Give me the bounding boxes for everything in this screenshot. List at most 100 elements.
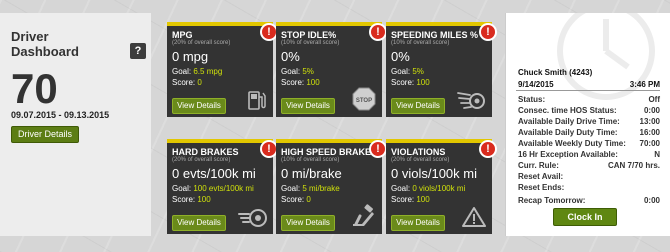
card-value: 0 evts/100k mi bbox=[172, 166, 256, 181]
card-title: MPG bbox=[172, 30, 193, 40]
card-subtitle: (20% of overall score) bbox=[172, 157, 231, 163]
view-details-button[interactable]: View Details bbox=[172, 98, 226, 114]
score-label: Score: bbox=[281, 78, 305, 87]
card-subtitle: (10% of overall score) bbox=[281, 40, 340, 46]
card-title: SPEEDING MILES % bbox=[391, 30, 479, 40]
hos-row-weekly-duty: Available Weekly Duty Time: 70:00 bbox=[518, 139, 660, 149]
card-goal: Goal: 5 mi/brake bbox=[281, 184, 340, 193]
stop-sign-icon: STOP bbox=[352, 87, 376, 111]
goal-value: 6.5 mpg bbox=[193, 67, 223, 76]
speeding-miles-card: SPEEDING MILES % (10% of overall score) … bbox=[386, 22, 497, 117]
divider bbox=[516, 90, 660, 91]
hos-row-recap-tomorrow: Recap Tomorrow: 0:00 bbox=[518, 196, 660, 206]
date-range: 09.07.2015 - 09.13.2015 bbox=[11, 110, 110, 120]
current-date: 9/14/2015 bbox=[518, 80, 554, 89]
goal-value: 100 evts/100k mi bbox=[193, 184, 254, 193]
view-details-button[interactable]: View Details bbox=[281, 98, 335, 114]
hos-row-label: Available Weekly Duty Time: bbox=[518, 139, 626, 148]
goal-label: Goal: bbox=[172, 184, 192, 193]
mpg-card: MPG (20% of overall score) 0 mpg Goal: 6… bbox=[167, 22, 278, 117]
driver-details-button[interactable]: Driver Details bbox=[11, 126, 80, 143]
alert-icon[interactable]: ! bbox=[369, 23, 387, 41]
alert-icon[interactable]: ! bbox=[479, 140, 497, 158]
driver-name: Chuck Smith (4243) bbox=[518, 68, 593, 77]
hos-row-value: 16:00 bbox=[639, 128, 660, 137]
hos-row-label: 16 Hr Exception Available: bbox=[518, 150, 618, 159]
hos-row-16hr-exception: 16 Hr Exception Available: N bbox=[518, 150, 660, 160]
hos-row-reset-avail: Reset Avail: bbox=[518, 172, 660, 182]
score-value: 100 bbox=[416, 195, 430, 204]
score-value: 100 bbox=[416, 78, 430, 87]
hos-row-value: 13:00 bbox=[639, 117, 660, 126]
goal-value: 5% bbox=[302, 67, 314, 76]
score-value: 0 bbox=[197, 78, 202, 87]
card-title: STOP IDLE% bbox=[281, 30, 337, 40]
clock-in-button[interactable]: Clock In bbox=[553, 208, 617, 226]
overall-score: 70 bbox=[11, 65, 58, 112]
card-goal: Goal: 5% bbox=[281, 67, 314, 76]
card-score: Score: 100 bbox=[281, 78, 320, 87]
hos-row-label: Recap Tomorrow: bbox=[518, 196, 586, 205]
hos-row-status: Status: Off bbox=[518, 95, 660, 105]
alert-icon[interactable]: ! bbox=[479, 23, 497, 41]
hos-row-value: N bbox=[654, 150, 660, 159]
goal-value: 5% bbox=[412, 67, 424, 76]
card-score: Score: 0 bbox=[281, 195, 311, 204]
view-details-button[interactable]: View Details bbox=[172, 215, 226, 231]
card-score: Score: 100 bbox=[172, 195, 211, 204]
hard-brakes-card: HARD BRAKES (20% of overall score) 0 evt… bbox=[167, 139, 278, 234]
hos-row-label: Available Daily Duty Time: bbox=[518, 128, 618, 137]
hos-row-label: Consec. time HOS Status: bbox=[518, 106, 617, 115]
fuel-pump-icon bbox=[248, 91, 266, 110]
score-value: 100 bbox=[197, 195, 211, 204]
score-value: 100 bbox=[306, 78, 320, 87]
hos-row-daily-drive: Available Daily Drive Time: 13:00 bbox=[518, 117, 660, 127]
high-speed-brakes-card: HIGH SPEED BRAKES (10% of overall score)… bbox=[276, 139, 387, 234]
card-goal: Goal: 0 viols/100k mi bbox=[391, 184, 465, 193]
current-time: 3:46 PM bbox=[629, 80, 660, 89]
hos-row-value: 0:00 bbox=[643, 106, 660, 115]
stop-idle-card: STOP IDLE% (10% of overall score) 0% Goa… bbox=[276, 22, 387, 117]
goal-value: 5 mi/brake bbox=[302, 184, 340, 193]
hos-row-daily-duty: Available Daily Duty Time: 16:00 bbox=[518, 128, 660, 138]
goal-label: Goal: bbox=[281, 67, 301, 76]
hos-row-label: Curr. Rule: bbox=[518, 161, 559, 170]
hos-row-value: Off bbox=[648, 95, 660, 104]
card-title: HARD BRAKES bbox=[172, 147, 239, 157]
card-title: HIGH SPEED BRAKES bbox=[281, 147, 378, 157]
driver-dashboard-panel: Driver Dashboard ? 70 09.07.2015 - 09.13… bbox=[0, 13, 151, 236]
hos-row-reset-ends: Reset Ends: bbox=[518, 183, 660, 193]
card-score: Score: 100 bbox=[391, 195, 430, 204]
score-label: Score: bbox=[172, 78, 196, 87]
page-title: Driver Dashboard bbox=[11, 29, 79, 59]
brake-pedal-icon bbox=[353, 204, 374, 226]
alert-icon[interactable]: ! bbox=[369, 140, 387, 158]
score-label: Score: bbox=[281, 195, 305, 204]
view-details-button[interactable]: View Details bbox=[391, 215, 445, 231]
hos-row-value: 70:00 bbox=[639, 139, 660, 148]
score-label: Score: bbox=[391, 78, 415, 87]
stop-sign-text: STOP bbox=[356, 98, 372, 104]
card-value: 0% bbox=[281, 49, 300, 64]
violations-card: VIOLATIONS (20% of overall score) 0 viol… bbox=[386, 139, 497, 234]
winged-wheel-icon bbox=[457, 92, 485, 109]
card-goal: Goal: 6.5 mpg bbox=[172, 67, 222, 76]
card-goal: Goal: 100 evts/100k mi bbox=[172, 184, 254, 193]
help-button[interactable]: ? bbox=[130, 43, 146, 59]
view-details-button[interactable]: View Details bbox=[281, 215, 335, 231]
view-details-button[interactable]: View Details bbox=[391, 98, 445, 114]
hos-row-consec-time: Consec. time HOS Status: 0:00 bbox=[518, 106, 660, 116]
hos-row-label: Reset Ends: bbox=[518, 183, 565, 192]
card-value: 0% bbox=[391, 49, 410, 64]
warning-triangle-icon bbox=[462, 207, 486, 227]
card-subtitle: (20% of overall score) bbox=[391, 157, 450, 163]
card-subtitle: (10% of overall score) bbox=[281, 157, 340, 163]
score-value: 0 bbox=[306, 195, 311, 204]
card-goal: Goal: 5% bbox=[391, 67, 424, 76]
hos-status-panel: Chuck Smith (4243) 9/14/2015 3:46 PM Sta… bbox=[505, 13, 670, 236]
hos-row-label: Reset Avail: bbox=[518, 172, 564, 181]
goal-label: Goal: bbox=[391, 67, 411, 76]
hos-row-curr-rule: Curr. Rule: CAN 7/70 hrs. bbox=[518, 161, 660, 171]
brake-disc-icon bbox=[238, 209, 267, 227]
goal-value: 0 viols/100k mi bbox=[412, 184, 466, 193]
